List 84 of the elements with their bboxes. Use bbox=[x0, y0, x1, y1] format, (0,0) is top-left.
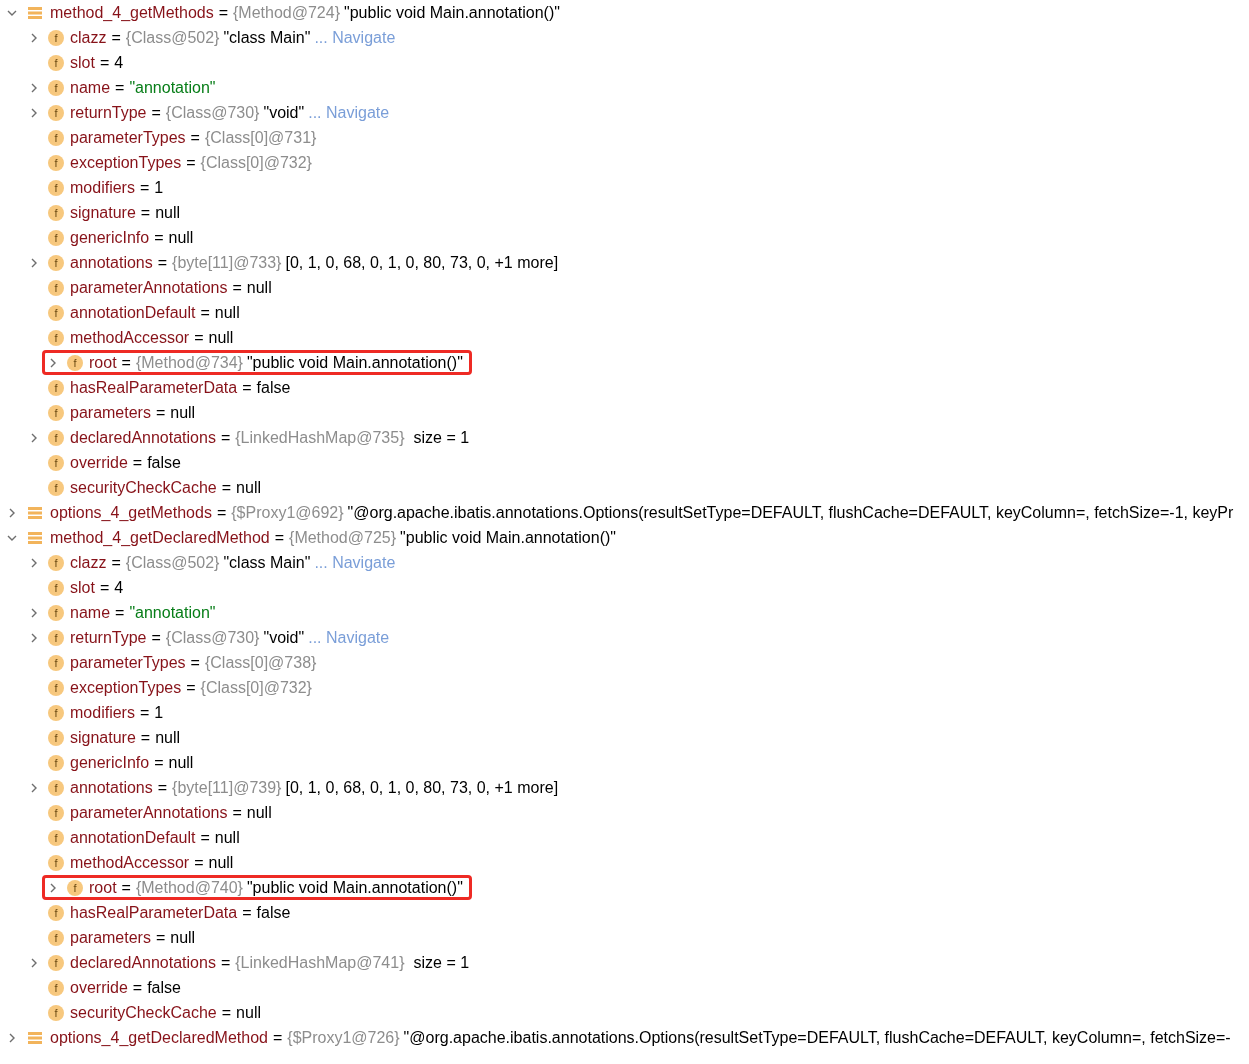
field-icon: f bbox=[67, 354, 83, 371]
field-icon: f bbox=[48, 429, 64, 446]
variable-entry: securityCheckCache = null bbox=[70, 1003, 261, 1022]
field-icon: f bbox=[48, 679, 64, 696]
variable-entry: modifiers = 1 bbox=[70, 703, 164, 722]
list-icon bbox=[28, 1030, 42, 1045]
field-icon: f bbox=[48, 79, 64, 96]
variable-entry: annotationDefault = null bbox=[70, 303, 240, 322]
variable-entry: modifiers = 1 bbox=[70, 178, 164, 197]
field-icon: f bbox=[48, 854, 64, 871]
field-icon: f bbox=[48, 779, 64, 796]
list-icon bbox=[28, 530, 42, 545]
variable-entry: options_4_getMethods = {$Proxy1@692} "@org.apache.ibatis.annotations.Options(resultSetType=DEFAULT, flushCache=DEFAULT, keyColumn=, fetchSize=-1, keyPr bbox=[50, 503, 1234, 522]
field-icon: f bbox=[48, 54, 64, 71]
field-icon: f bbox=[48, 979, 64, 996]
field-icon: f bbox=[48, 804, 64, 821]
field-icon: f bbox=[48, 654, 64, 671]
variable-entry: returnType = {Class@730} "void" ... Navigate bbox=[70, 628, 390, 647]
field-icon: f bbox=[48, 929, 64, 946]
variable-entry: securityCheckCache = null bbox=[70, 478, 261, 497]
field-icon: f bbox=[48, 229, 64, 246]
field-icon: f bbox=[48, 29, 64, 46]
field-icon: f bbox=[48, 404, 64, 421]
variable-entry: declaredAnnotations = {LinkedHashMap@735} size = 1 bbox=[70, 428, 470, 447]
variable-entry: signature = null bbox=[70, 728, 181, 747]
field-icon: f bbox=[67, 879, 83, 896]
variable-entry: slot = 4 bbox=[70, 53, 124, 72]
field-icon: f bbox=[48, 754, 64, 771]
list-icon bbox=[28, 505, 42, 520]
field-icon: f bbox=[48, 604, 64, 621]
variable-entry: returnType = {Class@730} "void" ... Navigate bbox=[70, 103, 390, 122]
variable-entry: signature = null bbox=[70, 203, 181, 222]
variable-entry: root = {Method@734} "public void Main.annotation()" bbox=[89, 353, 463, 372]
field-icon: f bbox=[48, 129, 64, 146]
list-icon bbox=[28, 5, 42, 20]
field-icon: f bbox=[48, 579, 64, 596]
field-icon: f bbox=[48, 454, 64, 471]
field-icon: f bbox=[48, 479, 64, 496]
field-icon: f bbox=[48, 104, 64, 121]
field-icon: f bbox=[48, 329, 64, 346]
field-icon: f bbox=[48, 179, 64, 196]
field-icon: f bbox=[48, 904, 64, 921]
field-icon: f bbox=[48, 279, 64, 296]
variable-entry: options_4_getDeclaredMethod = {$Proxy1@726} "@org.apache.ibatis.annotations.Options(resultSetType=DEFAULT, flushCache=DEFAULT, keyColumn=, fetchSize=- bbox=[50, 1028, 1231, 1047]
variable-entry: hasRealParameterData = false bbox=[70, 378, 291, 397]
variable-entry: genericInfo = null bbox=[70, 228, 194, 247]
variable-entry: hasRealParameterData = false bbox=[70, 903, 291, 922]
variable-entry: exceptionTypes = {Class[0]@732} bbox=[70, 678, 312, 697]
variable-entry: name = "annotation" bbox=[70, 78, 216, 97]
field-icon: f bbox=[48, 204, 64, 221]
field-icon: f bbox=[48, 954, 64, 971]
variable-entry: clazz = {Class@502} "class Main" ... Navigate bbox=[70, 28, 396, 47]
variable-entry: parameters = null bbox=[70, 403, 196, 422]
field-icon: f bbox=[48, 554, 64, 571]
variable-entry: parameterAnnotations = null bbox=[70, 278, 272, 297]
variable-entry: parameterAnnotations = null bbox=[70, 803, 272, 822]
variable-entry: methodAccessor = null bbox=[70, 853, 234, 872]
variable-entry: annotationDefault = null bbox=[70, 828, 240, 847]
variable-entry: parameterTypes = {Class[0]@738} bbox=[70, 653, 317, 672]
variable-entry: clazz = {Class@502} "class Main" ... Navigate bbox=[70, 553, 396, 572]
variable-entry: annotations = {byte[11]@733} [0, 1, 0, 68, 0, 1, 0, 80, 73, 0, +1 more] bbox=[70, 253, 559, 272]
variable-entry: parameterTypes = {Class[0]@731} bbox=[70, 128, 317, 147]
variable-entry: override = false bbox=[70, 978, 181, 997]
variable-entry: declaredAnnotations = {LinkedHashMap@741} size = 1 bbox=[70, 953, 470, 972]
field-icon: f bbox=[48, 729, 64, 746]
variable-entry: name = "annotation" bbox=[70, 603, 216, 622]
variable-entry: method_4_getDeclaredMethod = {Method@725} "public void Main.annotation()" bbox=[50, 528, 616, 547]
variable-entry: annotations = {byte[11]@739} [0, 1, 0, 68, 0, 1, 0, 80, 73, 0, +1 more] bbox=[70, 778, 559, 797]
field-icon: f bbox=[48, 379, 64, 396]
variable-entry: parameters = null bbox=[70, 928, 196, 947]
field-icon: f bbox=[48, 254, 64, 271]
variable-entry: exceptionTypes = {Class[0]@732} bbox=[70, 153, 312, 172]
variable-entry: genericInfo = null bbox=[70, 753, 194, 772]
field-icon: f bbox=[48, 829, 64, 846]
field-icon: f bbox=[48, 704, 64, 721]
variable-entry: slot = 4 bbox=[70, 578, 124, 597]
variable-entry: override = false bbox=[70, 453, 181, 472]
field-icon: f bbox=[48, 304, 64, 321]
variable-entry: method_4_getMethods = {Method@724} "public void Main.annotation()" bbox=[50, 3, 560, 22]
field-icon: f bbox=[48, 1004, 64, 1021]
field-icon: f bbox=[48, 629, 64, 646]
variable-entry: root = {Method@740} "public void Main.annotation()" bbox=[89, 878, 463, 897]
field-icon: f bbox=[48, 154, 64, 171]
variable-entry: methodAccessor = null bbox=[70, 328, 234, 347]
